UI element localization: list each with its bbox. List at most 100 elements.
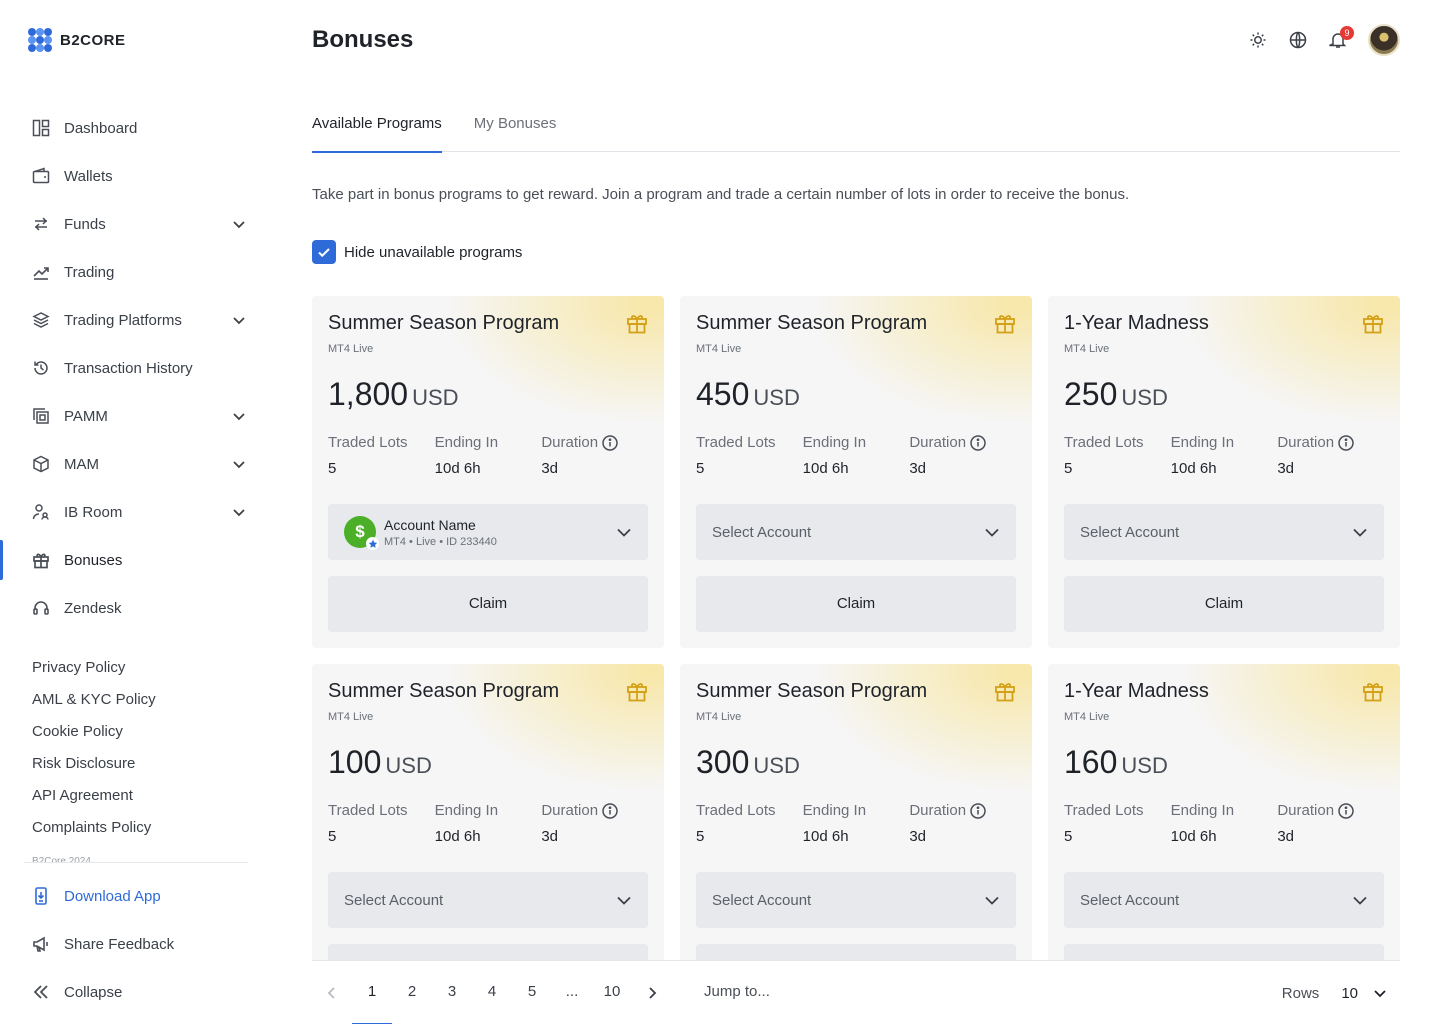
- theme-toggle-icon[interactable]: [1248, 30, 1268, 50]
- program-card: Summer Season Program MT4 Live 300 USD Trade…: [680, 664, 1032, 960]
- chevron-down-icon[interactable]: [232, 217, 246, 231]
- gift-icon: [626, 312, 648, 334]
- traded-lots-label: Traded Lots: [328, 434, 408, 451]
- program-title: 1-Year Madness: [1064, 680, 1209, 702]
- page-description: Take part in bonus programs to get rewar…: [312, 186, 1130, 203]
- program-card: Summer Season Program MT4 Live 450 USD Trade…: [680, 296, 1032, 648]
- traded-lots-label: Traded Lots: [696, 434, 776, 451]
- chevron-down-icon[interactable]: [232, 313, 246, 327]
- program-stats: Traded Lots 5 Ending In 10d 6h Duration 3d: [328, 434, 648, 477]
- sidebar-item-ib-room[interactable]: IB Room: [0, 488, 272, 536]
- globe-icon[interactable]: [1288, 30, 1308, 50]
- info-icon[interactable]: [1338, 802, 1354, 819]
- traded-lots-label: Traded Lots: [696, 802, 776, 819]
- program-stats: Traded Lots 5 Ending In 10d 6h Duration 3d: [696, 802, 1016, 845]
- sidebar-item-label: MAM: [64, 455, 99, 473]
- claim-button[interactable]: Claim: [1064, 944, 1384, 960]
- traded-lots-value: 5: [328, 828, 337, 845]
- claim-button[interactable]: Claim: [696, 576, 1016, 632]
- page-2-button[interactable]: 2: [392, 961, 432, 1024]
- page-10-button[interactable]: 10: [592, 961, 632, 1024]
- hide-unavailable-toggle[interactable]: Hide unavailable programs: [312, 240, 522, 264]
- logo-text: B2CORE: [60, 31, 126, 49]
- rows-label: Rows: [1281, 984, 1320, 1002]
- rows-select[interactable]: 10: [1341, 985, 1388, 1002]
- pager: 1 2 3 4 5... 10: [312, 961, 672, 1024]
- sidebar-item-dashboard[interactable]: Dashboard: [0, 104, 272, 152]
- policy-link-api-agreement[interactable]: API Agreement: [32, 780, 156, 812]
- info-icon[interactable]: [1338, 434, 1354, 451]
- sidebar-item-trading[interactable]: Trading: [0, 248, 272, 296]
- jump-to-input[interactable]: Jump to...: [704, 961, 770, 1024]
- tab-available-programs[interactable]: Available Programs: [312, 100, 442, 153]
- share-feedback-button[interactable]: Share Feedback: [0, 920, 272, 968]
- bell-icon[interactable]: 9: [1328, 26, 1354, 50]
- sidebar-item-bonuses[interactable]: Bonuses: [0, 536, 272, 584]
- claim-button[interactable]: Claim: [1064, 576, 1384, 632]
- account-select[interactable]: Select Account: [328, 872, 648, 928]
- sidebar-item-transaction-history[interactable]: Transaction History: [0, 344, 272, 392]
- info-icon[interactable]: [970, 434, 986, 451]
- info-icon[interactable]: [602, 802, 618, 819]
- checkbox-checked[interactable]: [312, 240, 336, 264]
- tab-my-bonuses[interactable]: My Bonuses: [474, 100, 557, 152]
- ending-in-value: 10d 6h: [802, 460, 849, 477]
- page-1-button[interactable]: 1: [352, 961, 392, 1024]
- user-avatar[interactable]: [1368, 24, 1400, 56]
- history-icon: [32, 359, 50, 377]
- program-platform: MT4 Live: [328, 711, 374, 723]
- sidebar-item-wallets[interactable]: Wallets: [0, 152, 272, 200]
- duration-value: 3d: [909, 460, 927, 477]
- sidebar-item-label: Zendesk: [64, 599, 122, 617]
- sidebar-item-trading-platforms[interactable]: Trading Platforms: [0, 296, 272, 344]
- ending-in-value: 10d 6h: [434, 460, 481, 477]
- program-platform: MT4 Live: [328, 343, 374, 355]
- sidebar-item-mam[interactable]: MAM: [0, 440, 272, 488]
- traded-lots-value: 5: [696, 460, 705, 477]
- chevron-down-icon[interactable]: [232, 409, 246, 423]
- info-icon[interactable]: [970, 802, 986, 819]
- policy-link-privacy-policy[interactable]: Privacy Policy: [32, 652, 156, 684]
- claim-button[interactable]: Claim: [328, 576, 648, 632]
- sidebar-item-label: Bonuses: [64, 551, 123, 569]
- duration-value: 3d: [1277, 828, 1295, 845]
- sidebar-item-pamm[interactable]: PAMM: [0, 392, 272, 440]
- claim-button[interactable]: Claim: [696, 944, 1016, 960]
- traded-lots-value: 5: [1064, 460, 1073, 477]
- select-placeholder: Select Account: [344, 891, 444, 909]
- sidebar-item-label: Trading: [64, 263, 115, 281]
- account-select[interactable]: Select Account: [696, 872, 1016, 928]
- page-5-button[interactable]: 5: [512, 961, 552, 1024]
- program-card: 1-Year Madness MT4 Live 250 USD Traded Lots 5…: [1048, 296, 1400, 648]
- account-select[interactable]: Select Account: [696, 504, 1016, 560]
- program-platform: MT4 Live: [1064, 711, 1110, 723]
- page-3-button[interactable]: 3: [432, 961, 472, 1024]
- next-page-button[interactable]: [632, 961, 672, 1024]
- policy-link-complaints-policy[interactable]: Complaints Policy: [32, 812, 156, 844]
- program-title: 1-Year Madness: [1064, 312, 1209, 334]
- info-icon[interactable]: [602, 434, 618, 451]
- chevron-down-icon[interactable]: [232, 505, 246, 519]
- account-select[interactable]: $ Account Name MT4 • Live • ID 233440: [328, 504, 648, 560]
- logo[interactable]: B2CORE: [28, 28, 126, 52]
- prev-page-button[interactable]: [312, 961, 352, 1024]
- chevron-down-icon: [984, 892, 1000, 908]
- download-app-button[interactable]: Download App: [0, 872, 272, 920]
- account-name: Account Name: [384, 516, 476, 533]
- select-placeholder: Select Account: [712, 891, 812, 909]
- claim-button[interactable]: Claim: [328, 944, 648, 960]
- policy-link-risk-disclosure[interactable]: Risk Disclosure: [32, 748, 156, 780]
- policy-link-aml-and-kyc-policy[interactable]: AML & KYC Policy: [32, 684, 156, 716]
- policy-link-cookie-policy[interactable]: Cookie Policy: [32, 716, 156, 748]
- sidebar-item-zendesk[interactable]: Zendesk: [0, 584, 272, 632]
- bonus-amount: 450 USD: [696, 376, 800, 412]
- chevron-down-icon[interactable]: [232, 457, 246, 471]
- phone-download-icon: [32, 887, 50, 905]
- page-4-button[interactable]: 4: [472, 961, 512, 1024]
- account-select[interactable]: Select Account: [1064, 872, 1384, 928]
- sidebar: B2CORE Dashboard Wallets Funds Trading Tradi…: [0, 0, 272, 1024]
- collapse-sidebar-button[interactable]: Collapse: [0, 968, 272, 1016]
- sidebar-nav: Dashboard Wallets Funds Trading Trading Plat…: [0, 104, 272, 632]
- account-select[interactable]: Select Account: [1064, 504, 1384, 560]
- sidebar-item-funds[interactable]: Funds: [0, 200, 272, 248]
